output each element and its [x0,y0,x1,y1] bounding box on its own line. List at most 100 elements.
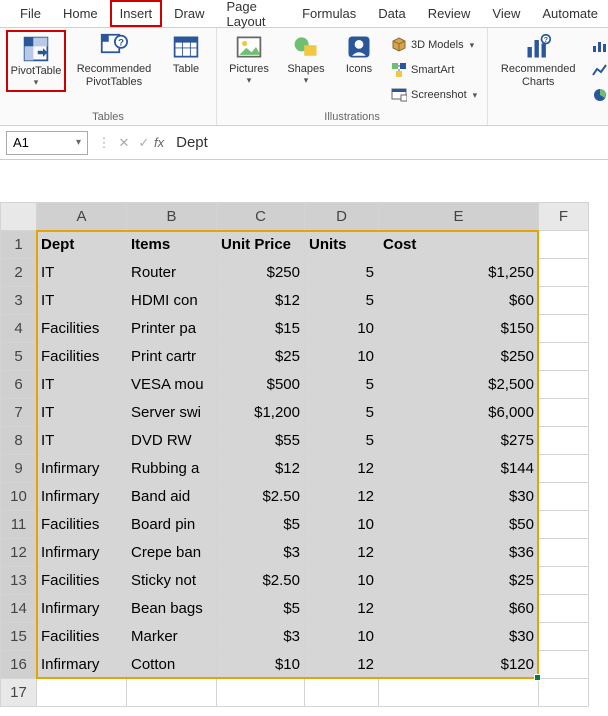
cell-B7[interactable]: Server swi [127,399,217,427]
cell-F16[interactable] [539,651,589,679]
icons-button[interactable]: Icons [337,30,381,79]
cell-E13[interactable]: $25 [379,567,539,595]
cell-D3[interactable]: 5 [305,287,379,315]
cell-F6[interactable] [539,371,589,399]
row-header-12[interactable]: 12 [1,539,37,567]
cell-E3[interactable]: $60 [379,287,539,315]
cell-C1[interactable]: Unit Price [217,231,305,259]
cell-F10[interactable] [539,483,589,511]
cell-C11[interactable]: $5 [217,511,305,539]
cell-A17[interactable] [37,679,127,707]
chart-type-3-button[interactable]: ▾ [588,84,608,106]
tab-draw[interactable]: Draw [164,2,214,25]
cell-D14[interactable]: 12 [305,595,379,623]
cell-C16[interactable]: $10 [217,651,305,679]
fx-icon[interactable]: fx [154,135,164,150]
cell-C9[interactable]: $12 [217,455,305,483]
cell-F3[interactable] [539,287,589,315]
tab-data[interactable]: Data [368,2,415,25]
row-header-1[interactable]: 1 [1,231,37,259]
shapes-button[interactable]: Shapes ▾ [281,30,331,88]
tab-automate[interactable]: Automate [532,2,608,25]
cell-A6[interactable]: IT [37,371,127,399]
cell-D5[interactable]: 10 [305,343,379,371]
spreadsheet[interactable]: ABCDEF1DeptItemsUnit PriceUnitsCost2ITRo… [0,202,589,707]
screenshot-button[interactable]: Screenshot ▾ [387,84,481,106]
cell-E11[interactable]: $50 [379,511,539,539]
col-header-E[interactable]: E [379,203,539,231]
select-all-corner[interactable] [1,203,37,231]
cell-F1[interactable] [539,231,589,259]
cancel-button[interactable]: ✕ [114,131,134,155]
chart-type-2-button[interactable]: ▾ [588,59,608,81]
cell-D6[interactable]: 5 [305,371,379,399]
cell-B1[interactable]: Items [127,231,217,259]
formula-input[interactable] [170,131,608,155]
cell-C13[interactable]: $2.50 [217,567,305,595]
cell-F14[interactable] [539,595,589,623]
cell-F13[interactable] [539,567,589,595]
cell-B12[interactable]: Crepe ban [127,539,217,567]
cell-E1[interactable]: Cost [379,231,539,259]
pictures-button[interactable]: Pictures ▾ [223,30,275,88]
cell-F11[interactable] [539,511,589,539]
tab-view[interactable]: View [482,2,530,25]
cell-D9[interactable]: 12 [305,455,379,483]
cell-C17[interactable] [217,679,305,707]
cell-B11[interactable]: Board pin [127,511,217,539]
cell-B4[interactable]: Printer pa [127,315,217,343]
name-box[interactable]: A1 ▾ [6,131,88,155]
cell-E9[interactable]: $144 [379,455,539,483]
cell-E17[interactable] [379,679,539,707]
cell-F4[interactable] [539,315,589,343]
col-header-C[interactable]: C [217,203,305,231]
cell-E15[interactable]: $30 [379,623,539,651]
tab-file[interactable]: File [10,2,51,25]
cell-F17[interactable] [539,679,589,707]
row-header-9[interactable]: 9 [1,455,37,483]
tab-insert[interactable]: Insert [110,0,163,27]
cell-C12[interactable]: $3 [217,539,305,567]
cell-B13[interactable]: Sticky not [127,567,217,595]
cell-D10[interactable]: 12 [305,483,379,511]
cell-D15[interactable]: 10 [305,623,379,651]
row-header-6[interactable]: 6 [1,371,37,399]
cell-D16[interactable]: 12 [305,651,379,679]
pivottable-button[interactable]: PivotTable ▾ [6,30,66,92]
cell-D12[interactable]: 12 [305,539,379,567]
cell-C7[interactable]: $1,200 [217,399,305,427]
cell-C6[interactable]: $500 [217,371,305,399]
cell-D13[interactable]: 10 [305,567,379,595]
cell-B10[interactable]: Band aid [127,483,217,511]
cell-E7[interactable]: $6,000 [379,399,539,427]
col-header-F[interactable]: F [539,203,589,231]
cell-A10[interactable]: Infirmary [37,483,127,511]
cell-E2[interactable]: $1,250 [379,259,539,287]
cell-E12[interactable]: $36 [379,539,539,567]
cell-F8[interactable] [539,427,589,455]
cell-A7[interactable]: IT [37,399,127,427]
3d-models-button[interactable]: 3D Models ▾ [387,34,481,56]
cell-C4[interactable]: $15 [217,315,305,343]
cell-B3[interactable]: HDMI con [127,287,217,315]
row-header-17[interactable]: 17 [1,679,37,707]
cell-C14[interactable]: $5 [217,595,305,623]
cell-B5[interactable]: Print cartr [127,343,217,371]
cell-F5[interactable] [539,343,589,371]
row-header-15[interactable]: 15 [1,623,37,651]
row-header-3[interactable]: 3 [1,287,37,315]
tab-review[interactable]: Review [418,2,481,25]
col-header-B[interactable]: B [127,203,217,231]
cell-B6[interactable]: VESA mou [127,371,217,399]
smartart-button[interactable]: SmartArt [387,59,481,81]
col-header-D[interactable]: D [305,203,379,231]
tab-home[interactable]: Home [53,2,108,25]
cell-E4[interactable]: $150 [379,315,539,343]
tab-formulas[interactable]: Formulas [292,2,366,25]
cell-A16[interactable]: Infirmary [37,651,127,679]
cell-D17[interactable] [305,679,379,707]
cell-D11[interactable]: 10 [305,511,379,539]
cell-B14[interactable]: Bean bags [127,595,217,623]
row-header-8[interactable]: 8 [1,427,37,455]
cell-A15[interactable]: Facilities [37,623,127,651]
